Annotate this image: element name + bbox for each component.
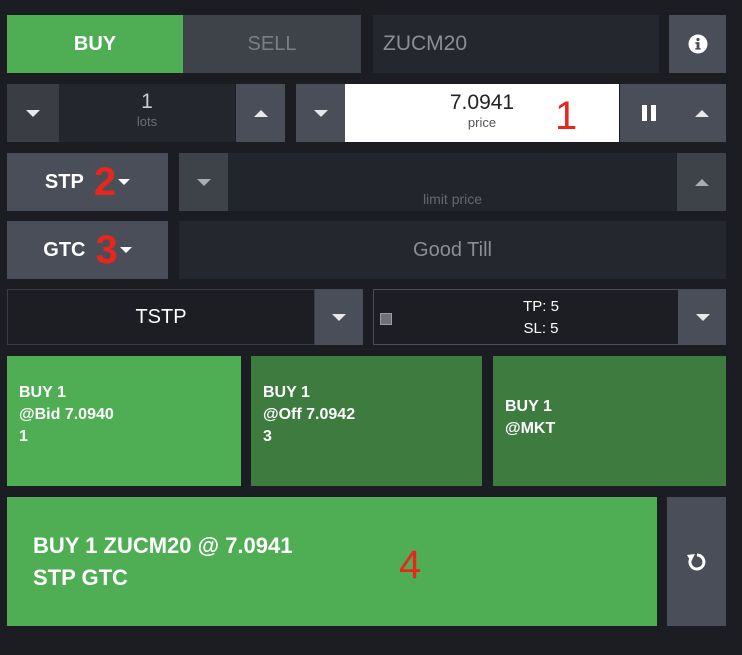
info-icon <box>688 34 707 54</box>
pause-icon <box>641 105 656 121</box>
quantity-field[interactable]: 1 lots <box>59 84 235 142</box>
submit-order-line2: STP GTC <box>33 565 128 590</box>
price-decrease-button[interactable] <box>296 84 345 142</box>
quick-order-line: 3 <box>263 428 272 445</box>
limit-price-decrease-button[interactable] <box>179 153 228 211</box>
duration-value: GTC <box>43 238 86 261</box>
quantity-increase-button[interactable] <box>236 84 285 142</box>
strategy-dropdown-button[interactable] <box>315 289 363 345</box>
annotation-4: 4 <box>399 543 422 587</box>
sell-tab[interactable]: SELL <box>183 15 361 73</box>
quick-order-line: BUY 1 <box>505 398 552 415</box>
info-button[interactable] <box>669 15 726 73</box>
submit-order-button[interactable]: BUY 1 ZUCM20 @ 7.0941 STP GTC 4 <box>7 497 657 626</box>
annotation-2: 2 <box>93 160 117 204</box>
quick-buy-market-button[interactable]: BUY 1 @MKT <box>493 356 726 486</box>
limit-price-field[interactable]: limit price <box>228 153 677 211</box>
limit-price-placeholder: limit price <box>422 191 483 207</box>
quantity-value: 1 <box>141 90 153 113</box>
quick-order-line: BUY 1 <box>263 384 310 401</box>
submit-order-line1: BUY 1 ZUCM20 @ 7.0941 <box>33 533 293 558</box>
quantity-unit: lots <box>136 114 158 129</box>
quick-order-line: @Off 7.0942 <box>263 406 356 423</box>
limit-price-increase-button[interactable] <box>677 153 726 211</box>
refresh-icon <box>686 553 705 570</box>
duration-select[interactable]: GTC 3 <box>7 221 168 279</box>
quick-order-line: 1 <box>19 428 28 445</box>
price-increase-button[interactable] <box>677 84 726 142</box>
chevron-up-icon <box>694 178 709 186</box>
chevron-down-icon <box>695 313 710 321</box>
chevron-down-icon <box>313 109 328 117</box>
bracket-settings[interactable]: TP: 5 SL: 5 <box>373 289 679 345</box>
order-entry-panel: BUY SELL ZUCM20 1 lots 7.0941 price 1 ST… <box>0 0 742 655</box>
quick-buy-offer-button[interactable]: BUY 1 @Off 7.0942 3 <box>251 356 482 486</box>
good-till-field[interactable]: Good Till <box>179 221 726 279</box>
quick-order-line: @MKT <box>505 420 556 437</box>
chevron-down-icon <box>332 313 346 321</box>
chevron-down-icon <box>196 178 211 186</box>
bracket-dropdown-button[interactable] <box>679 289 726 345</box>
stop-loss-label: SL: 5 <box>523 320 559 337</box>
pause-button[interactable] <box>620 84 677 142</box>
symbol-field[interactable]: ZUCM20 <box>373 15 659 73</box>
chevron-up-icon <box>694 109 709 117</box>
order-type-select[interactable]: STP 2 <box>7 153 168 211</box>
price-value: 7.0941 <box>449 91 515 114</box>
quick-buy-bid-button[interactable]: BUY 1 @Bid 7.0940 1 <box>7 356 241 486</box>
chevron-up-icon <box>253 109 268 117</box>
strategy-select[interactable]: TSTP <box>7 289 315 345</box>
annotation-3: 3 <box>95 228 118 272</box>
quick-order-line: @Bid 7.0940 <box>19 406 114 423</box>
reset-button[interactable] <box>667 497 726 626</box>
quantity-decrease-button[interactable] <box>7 84 59 142</box>
chevron-down-icon <box>26 109 40 117</box>
chevron-down-icon <box>119 247 132 253</box>
chevron-down-icon <box>118 179 131 185</box>
price-label: price <box>467 115 497 130</box>
order-type-value: STP <box>44 170 84 193</box>
quick-order-line: BUY 1 <box>19 384 66 401</box>
price-field[interactable]: 7.0941 price 1 <box>345 84 619 142</box>
annotation-1: 1 <box>555 94 578 138</box>
buy-tab[interactable]: BUY <box>7 15 183 73</box>
take-profit-label: TP: 5 <box>523 298 559 315</box>
